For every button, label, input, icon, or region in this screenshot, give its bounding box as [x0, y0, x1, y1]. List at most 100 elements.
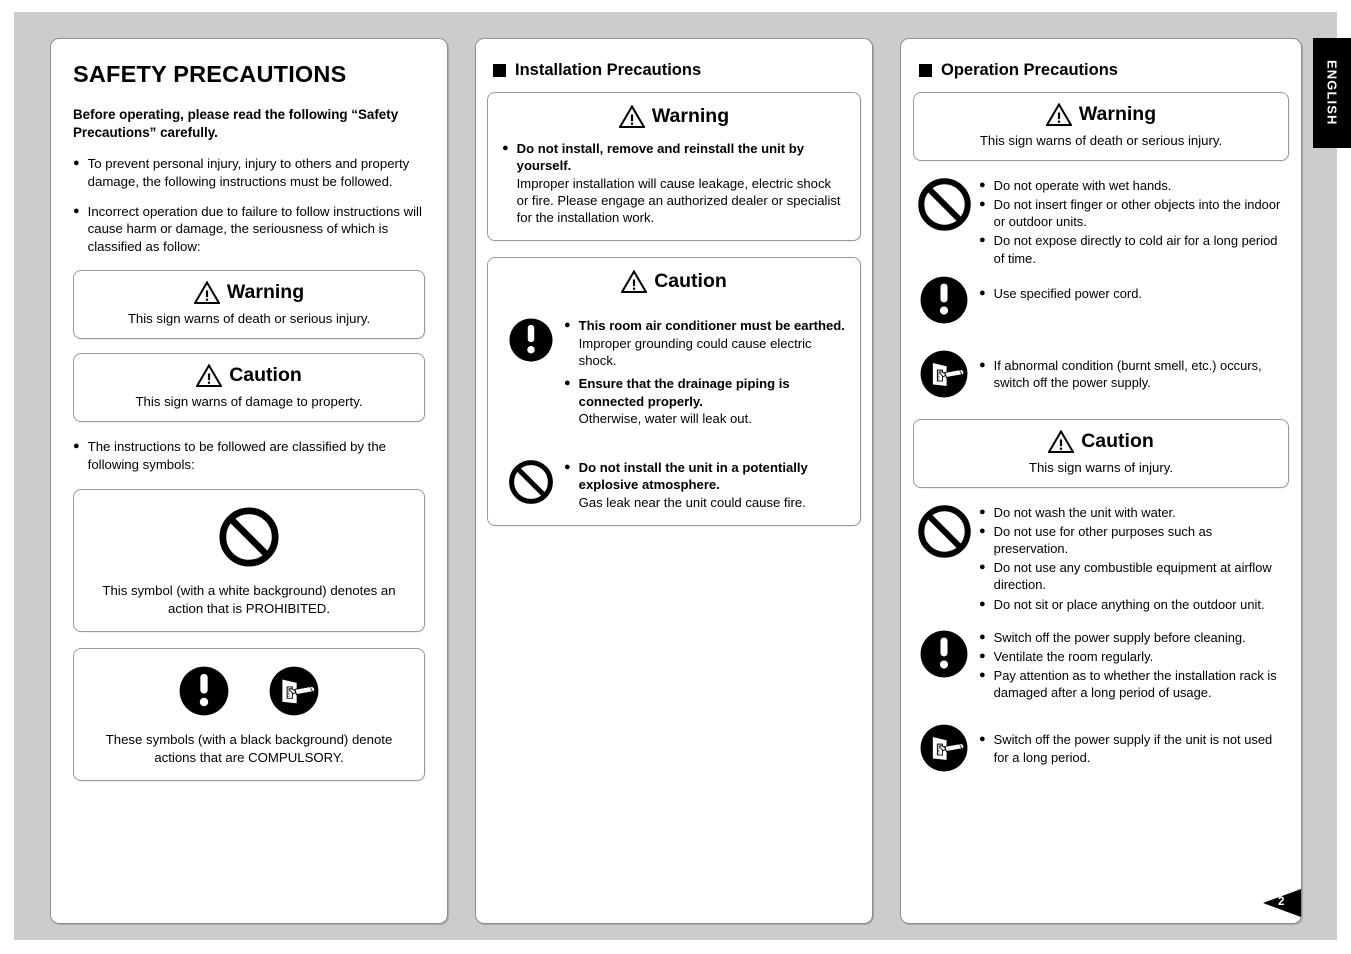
caution-subtext: This sign warns of damage to property. [135, 393, 363, 409]
prohibited-icon [508, 459, 554, 505]
bullet-dot-icon: ● [502, 142, 509, 154]
group-items: ● Use specified power cord. [975, 273, 1289, 302]
list-item: ● If abnormal condition (burnt smell, et… [979, 349, 1289, 391]
list-item: ● Switch off the power supply if the uni… [979, 723, 1289, 765]
item-text: Switch off the power supply if the unit … [993, 732, 1273, 765]
bullet-text: Incorrect operation due to failure to fo… [87, 203, 422, 255]
intro-text: Before operating, please read the follow… [73, 107, 399, 140]
caution-heading: Caution [502, 270, 846, 294]
bullet-item: ● The instructions to be followed are cl… [73, 438, 425, 473]
caution-heading: Caution [924, 430, 1278, 453]
item-text: Do not use any combustible equipment at … [993, 560, 1272, 593]
group-icon [913, 502, 975, 559]
bullet-dot-icon: ● [564, 461, 571, 474]
symbol-icon-row [86, 506, 412, 568]
warning-heading: Warning [502, 105, 846, 128]
caution-item: ● Do not install the unit in a potential… [564, 459, 846, 511]
operation-caution-group: ● Do not wash the unit with water. ● Do … [913, 502, 1289, 613]
bullet-dot-icon: ● [979, 669, 986, 682]
panel-operation-precautions: Operation Precautions Warning This sign … [900, 38, 1302, 924]
page-number: 2 [1278, 896, 1285, 908]
group-icon [913, 721, 975, 773]
warning-subtext: This sign warns of death or serious inju… [127, 310, 371, 326]
operation-warning-group: ● If abnormal condition (burnt smell, et… [913, 347, 1289, 399]
symbols-intro-text: The instructions to be followed are clas… [87, 438, 386, 472]
operation-warning-group: ● Do not operate with wet hands. ● Do no… [913, 175, 1289, 267]
list-item: ● Do not insert finger or other objects … [979, 196, 1289, 230]
group-icon [913, 175, 975, 232]
content-columns: SAFETY PRECAUTIONS Before operating, ple… [50, 38, 1302, 926]
list-item: ● Do not operate with wet hands. [979, 177, 1289, 194]
page-number-marker: 2 [1255, 886, 1301, 920]
group-items: ● Do not wash the unit with water. ● Do … [975, 502, 1289, 613]
warning-item: ● Do not install, remove and reinstall t… [502, 140, 846, 226]
caution-label: Caution [229, 363, 302, 386]
warning-triangle-icon [1045, 103, 1072, 126]
caution-group: ● This room air conditioner must be eart… [502, 315, 846, 427]
item-text: If abnormal condition (burnt smell, etc.… [993, 357, 1262, 390]
item-text: Do not insert finger or other objects in… [993, 197, 1281, 230]
group-icon [913, 273, 975, 325]
list-item: ● Ventilate the room regularly. [979, 648, 1289, 665]
bullet-text: To prevent personal injury, injury to ot… [87, 156, 410, 190]
caution-item: ● This room air conditioner must be eart… [564, 317, 846, 369]
compulsory-symbol-box: These symbols (with a black background) … [73, 648, 425, 782]
item-bold-text: Do not install, remove and reinstall the… [516, 141, 805, 174]
item-normal-text: Otherwise, water will leak out. [578, 410, 752, 426]
power-off-switch-icon [920, 349, 968, 398]
caution-item: ● Ensure that the drainage piping is con… [564, 375, 846, 427]
group-icon [913, 347, 975, 399]
caution-label: Caution [654, 270, 727, 293]
operation-caution-group: ● Switch off the power supply before cle… [913, 627, 1289, 702]
item-text: Do not sit or place anything on the outd… [993, 596, 1265, 612]
power-off-switch-icon [920, 724, 968, 773]
item-text: Pay attention as to whether the installa… [993, 668, 1277, 701]
caution-sign-box: Caution This sign warns of damage to pro… [73, 352, 425, 422]
bullet-dot-icon: ● [979, 733, 986, 746]
installation-caution-box: Caution ● This room air conditioner must… [487, 257, 861, 526]
prohibited-icon [917, 504, 972, 559]
prohibited-icon [917, 177, 972, 232]
item-text: Do not use for other purposes such as pr… [993, 523, 1213, 557]
bullet-dot-icon: ● [564, 319, 571, 332]
warning-triangle-icon [196, 364, 223, 387]
operation-caution-box: Caution This sign warns of injury. [913, 418, 1289, 488]
bullet-dot-icon: ● [979, 234, 986, 247]
warning-triangle-icon [618, 105, 645, 128]
prohibited-symbol-box: This symbol (with a white background) de… [73, 489, 425, 633]
section-header-installation: Installation Precautions [493, 61, 861, 80]
compulsory-icon [179, 666, 229, 716]
caution-heading: Caution [84, 364, 414, 387]
item-normal-text: Improper grounding could cause electric … [578, 335, 812, 368]
bullet-dot-icon: ● [979, 179, 986, 191]
item-bold-text: This room air conditioner must be earthe… [578, 318, 845, 334]
caution-group: ● Do not install the unit in a potential… [502, 457, 846, 511]
prohibited-caption: This symbol (with a white background) de… [102, 583, 396, 616]
warning-heading: Warning [84, 281, 414, 304]
compulsory-icon [920, 630, 968, 678]
group-items: ● If abnormal condition (burnt smell, et… [975, 347, 1289, 391]
operation-warning-box: Warning This sign warns of death or seri… [913, 92, 1289, 161]
list-item: ● Switch off the power supply before cle… [979, 629, 1289, 646]
square-bullet-icon [493, 64, 506, 77]
group-icon [502, 457, 560, 505]
installation-warning-box: Warning ● Do not install, remove and rei… [487, 92, 861, 242]
bullet-dot-icon: ● [979, 630, 986, 643]
group-icon [502, 315, 560, 363]
list-item: ● Do not sit or place anything on the ou… [979, 596, 1289, 613]
caution-label: Caution [1081, 429, 1154, 452]
item-text: Do not expose directly to cold air for a… [993, 233, 1278, 266]
item-normal-text: Improper installation will cause leakage… [516, 175, 841, 226]
square-bullet-icon [919, 64, 932, 77]
section-title: Operation Precautions [941, 61, 1118, 79]
language-tab-english: ENGLISH [1313, 38, 1351, 148]
item-text: Ventilate the room regularly. [993, 648, 1154, 664]
warning-triangle-icon [193, 281, 220, 304]
bullet-dot-icon: ● [979, 505, 986, 518]
group-items: ● Do not install the unit in a potential… [560, 457, 846, 511]
caution-subtext: This sign warns of injury. [1028, 459, 1174, 475]
panel-installation-precautions: Installation Precautions Warning ● Do no… [475, 38, 873, 924]
compulsory-caption: These symbols (with a black background) … [105, 732, 393, 765]
panel-safety-precautions: SAFETY PRECAUTIONS Before operating, ple… [50, 38, 448, 924]
page-title: SAFETY PRECAUTIONS [73, 61, 347, 87]
